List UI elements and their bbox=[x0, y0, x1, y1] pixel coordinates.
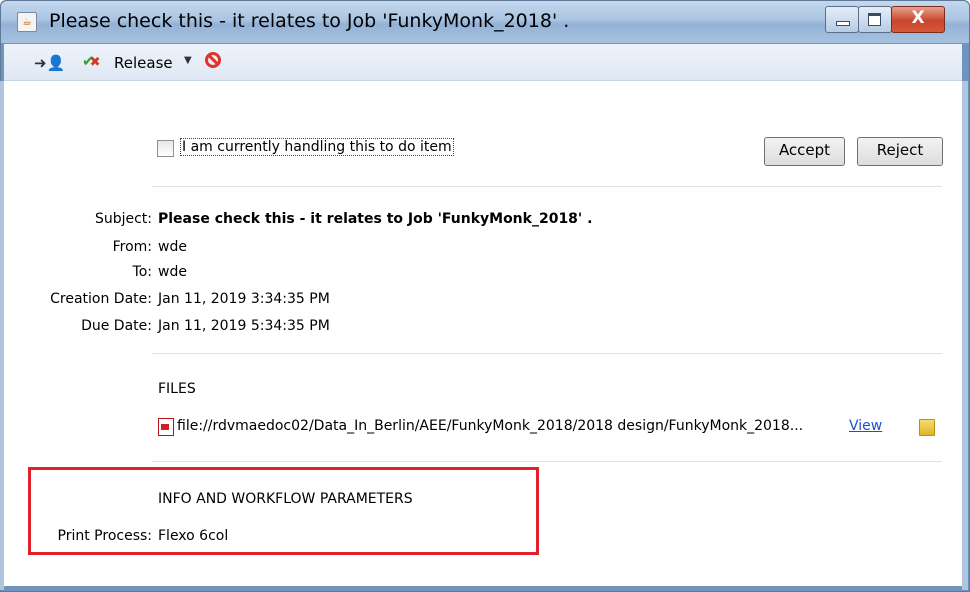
info-heading: INFO AND WORKFLOW PARAMETERS bbox=[158, 491, 413, 507]
handling-checkbox-label[interactable]: I am currently handling this to do item bbox=[180, 138, 454, 156]
files-heading: FILES bbox=[158, 381, 196, 397]
to-value: wde bbox=[158, 264, 187, 280]
creation-date-label: Creation Date: bbox=[50, 291, 152, 307]
divider bbox=[152, 186, 942, 187]
view-link[interactable]: View bbox=[849, 418, 882, 434]
title-bar[interactable]: ☕ Please check this - it relates to Job … bbox=[1, 1, 969, 43]
to-label: To: bbox=[132, 264, 152, 280]
print-process-label: Print Process: bbox=[57, 528, 152, 544]
folder-icon[interactable] bbox=[919, 419, 935, 436]
handling-checkbox[interactable] bbox=[157, 140, 174, 157]
minimize-button[interactable] bbox=[825, 6, 859, 33]
accept-button[interactable]: Accept bbox=[764, 137, 845, 166]
window-title: Please check this - it relates to Job 'F… bbox=[49, 10, 570, 32]
file-path[interactable]: file://rdvmaedoc02/Data_In_Berlin/AEE/Fu… bbox=[177, 418, 803, 434]
cancel-icon[interactable] bbox=[205, 52, 221, 68]
subject-value: Please check this - it relates to Job 'F… bbox=[158, 211, 593, 227]
maximize-button[interactable] bbox=[858, 6, 892, 33]
divider bbox=[152, 353, 942, 354]
pdf-icon bbox=[158, 418, 174, 436]
close-button[interactable]: X bbox=[891, 6, 945, 33]
due-date-label: Due Date: bbox=[81, 318, 152, 334]
assign-user-icon[interactable]: ➜👤 bbox=[34, 54, 65, 72]
release-button[interactable]: Release bbox=[114, 54, 173, 72]
window-right-border bbox=[962, 81, 968, 590]
reject-button[interactable]: Reject bbox=[857, 137, 943, 166]
due-date-value: Jan 11, 2019 5:34:35 PM bbox=[158, 318, 330, 334]
release-icon[interactable]: ✔✖ bbox=[82, 52, 100, 70]
toolbar: ➜👤 ✔✖ Release ▼ bbox=[4, 44, 962, 81]
creation-date-value: Jan 11, 2019 3:34:35 PM bbox=[158, 291, 330, 307]
print-process-value: Flexo 6col bbox=[158, 528, 229, 544]
java-app-icon: ☕ bbox=[17, 12, 37, 32]
divider bbox=[152, 461, 942, 462]
from-value: wde bbox=[158, 239, 187, 255]
close-icon: X bbox=[911, 8, 925, 28]
release-dropdown-icon[interactable]: ▼ bbox=[184, 55, 192, 66]
subject-label: Subject: bbox=[94, 211, 152, 227]
from-label: From: bbox=[112, 239, 152, 255]
